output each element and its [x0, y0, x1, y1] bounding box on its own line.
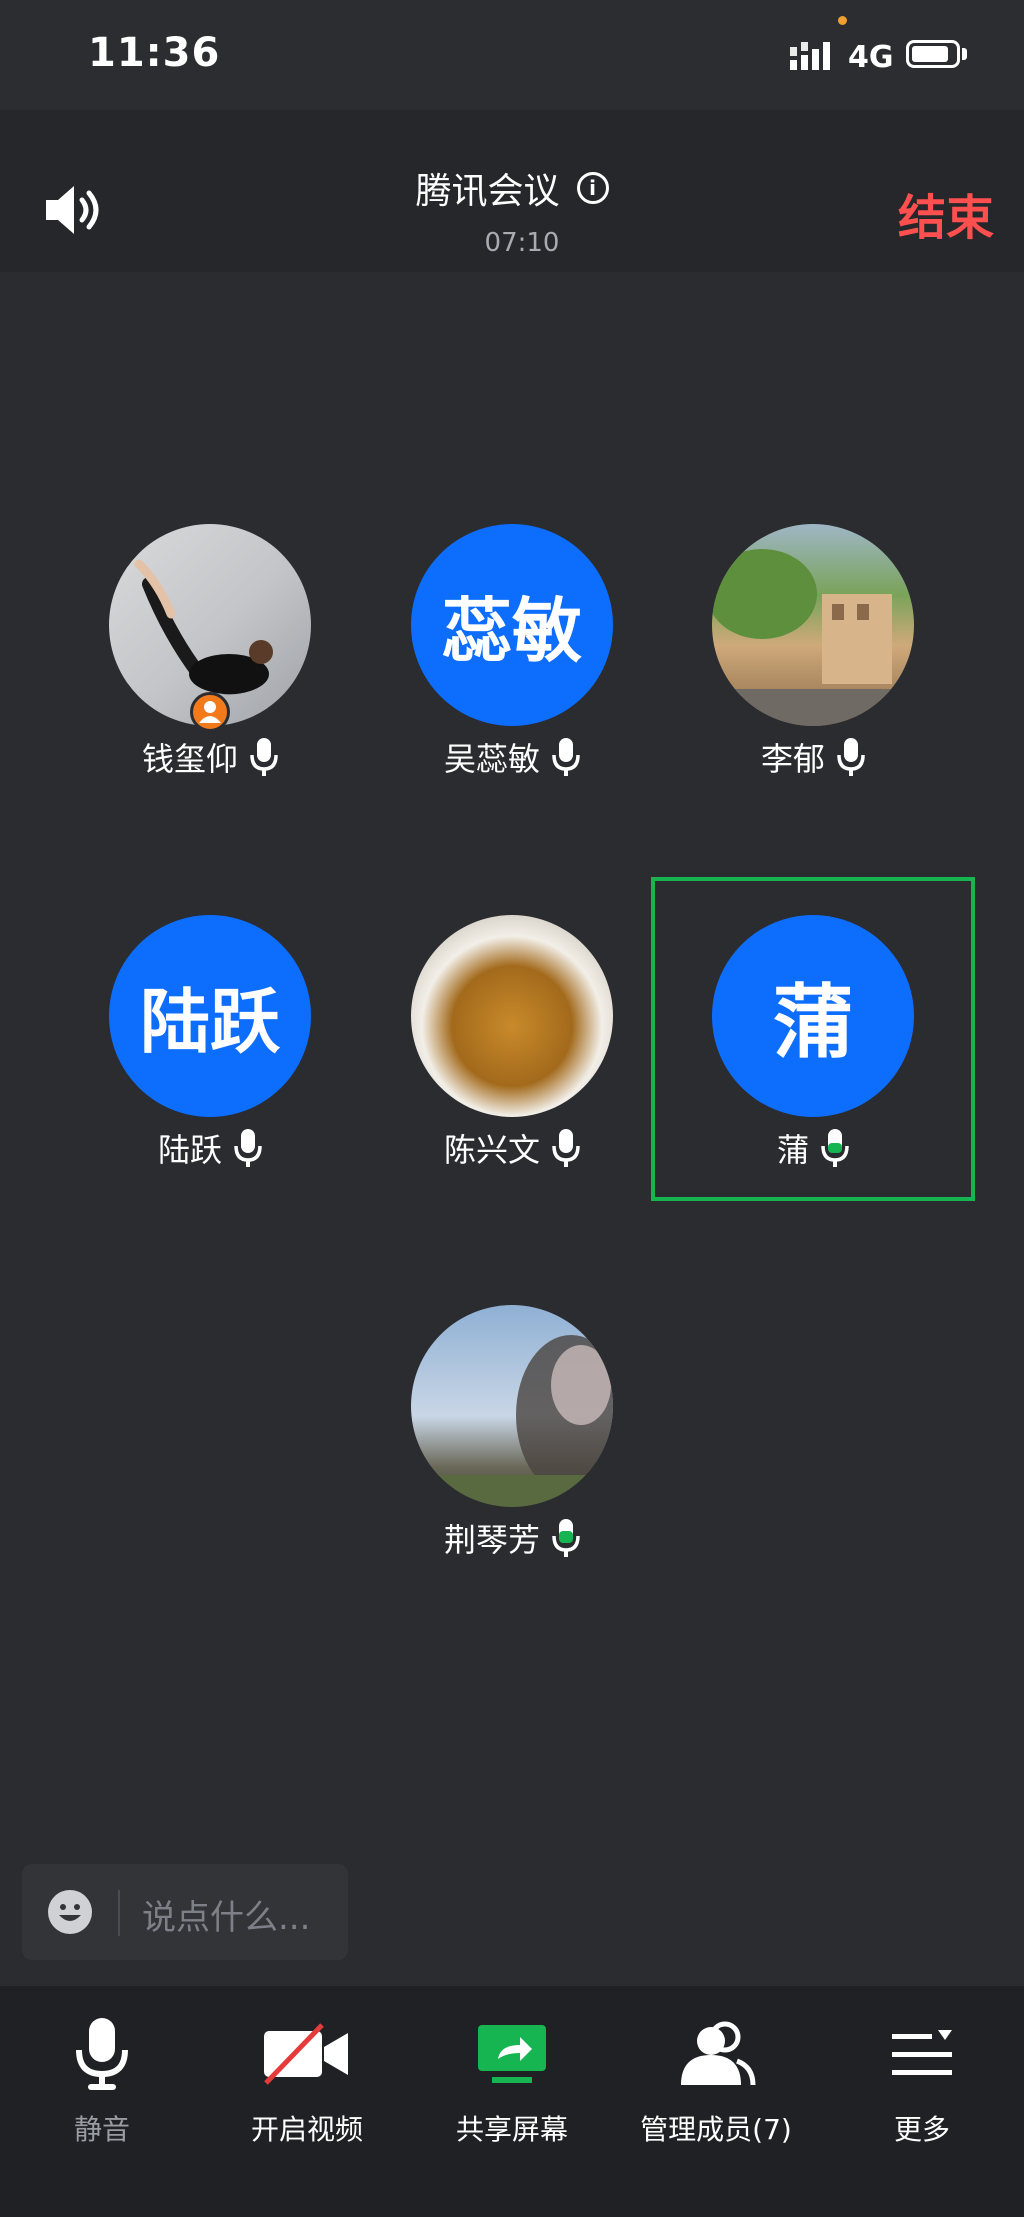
participant-name: 蒲 [776, 1131, 809, 1169]
mute-label: 静音 [73, 2113, 130, 2146]
avatar [712, 524, 914, 726]
chat-placeholder[interactable]: 说点什么... [142, 1890, 310, 1939]
blossom-photo [411, 1335, 613, 1507]
avatar-initials: 蒲 [773, 976, 853, 1069]
avatar-initials: 蕊敏 [442, 589, 582, 672]
mic-icon [234, 1129, 262, 1167]
avatar: 陆跃 [109, 915, 311, 1117]
privacy-dot [838, 16, 847, 25]
participant-name: 吴蕊敏 [443, 740, 540, 778]
more-label: 更多 [893, 2113, 950, 2146]
manage-members-button[interactable]: 管理成员(7) [616, 2014, 816, 2148]
status-bar: 11:36 4G [0, 0, 1024, 110]
start-video-label: 开启视频 [250, 2113, 363, 2146]
participant-tile[interactable]: 陈兴文 [362, 915, 662, 1171]
signal-icon [790, 42, 830, 70]
participant-tile[interactable]: 李郁 [663, 524, 963, 780]
participant-name: 钱玺仰 [141, 740, 238, 778]
end-meeting-button[interactable]: 结束 [898, 178, 994, 248]
mic-active-icon [552, 1519, 580, 1557]
video-off-icon [264, 2023, 348, 2085]
chat-input-box[interactable]: 说点什么... [22, 1864, 348, 1960]
info-icon[interactable]: i [576, 172, 609, 204]
avatar [411, 915, 613, 1117]
share-screen-icon [478, 2025, 546, 2083]
mic-active-icon [821, 1129, 849, 1167]
mic-icon [552, 1129, 580, 1167]
mic-icon [837, 738, 865, 776]
manage-members-label: 管理成员(7) [640, 2113, 792, 2146]
more-button[interactable]: 更多 [822, 2014, 1022, 2148]
avatar [411, 1305, 613, 1507]
participant-tile[interactable]: 蒲 蒲 [663, 915, 963, 1171]
status-time: 11:36 [88, 30, 221, 76]
participant-name: 荆琴芳 [443, 1521, 540, 1559]
host-badge-icon [190, 692, 230, 732]
participant-name: 陈兴文 [443, 1131, 540, 1169]
avatar: 蕊敏 [411, 524, 613, 726]
meeting-header: 腾讯会议 i 07:10 结束 [0, 110, 1024, 272]
share-screen-button[interactable]: 共享屏幕 [412, 2014, 612, 2148]
participant-tile[interactable]: 陆跃 陆跃 [60, 915, 360, 1171]
participant-name: 陆跃 [157, 1131, 222, 1169]
emoji-icon[interactable] [46, 1888, 94, 1936]
participant-tile[interactable]: 钱玺仰 [60, 524, 360, 780]
avatar [109, 524, 311, 732]
participant-name: 李郁 [760, 740, 825, 778]
bottom-toolbar: 静音 开启视频 共享屏幕 管理成员(7) 更多 [0, 1986, 1024, 2217]
street-photo [712, 549, 914, 726]
microphone-icon [76, 2018, 128, 2090]
participant-tile[interactable]: 荆琴芳 [362, 1305, 662, 1561]
mic-icon [250, 738, 278, 776]
network-type: 4G [848, 40, 894, 75]
participant-tile[interactable]: 蕊敏 吴蕊敏 [362, 524, 662, 780]
battery-icon [906, 40, 960, 68]
meeting-title[interactable]: 腾讯会议 [415, 162, 559, 214]
mute-button[interactable]: 静音 [2, 2014, 202, 2148]
start-video-button[interactable]: 开启视频 [207, 2014, 407, 2148]
members-icon [681, 2021, 756, 2086]
avatar: 蒲 [712, 915, 914, 1117]
more-menu-icon [892, 2030, 952, 2075]
meeting-timer: 07:10 [484, 228, 560, 258]
avatar-initials: 陆跃 [140, 980, 280, 1063]
mic-icon [552, 738, 580, 776]
share-screen-label: 共享屏幕 [455, 2113, 568, 2146]
